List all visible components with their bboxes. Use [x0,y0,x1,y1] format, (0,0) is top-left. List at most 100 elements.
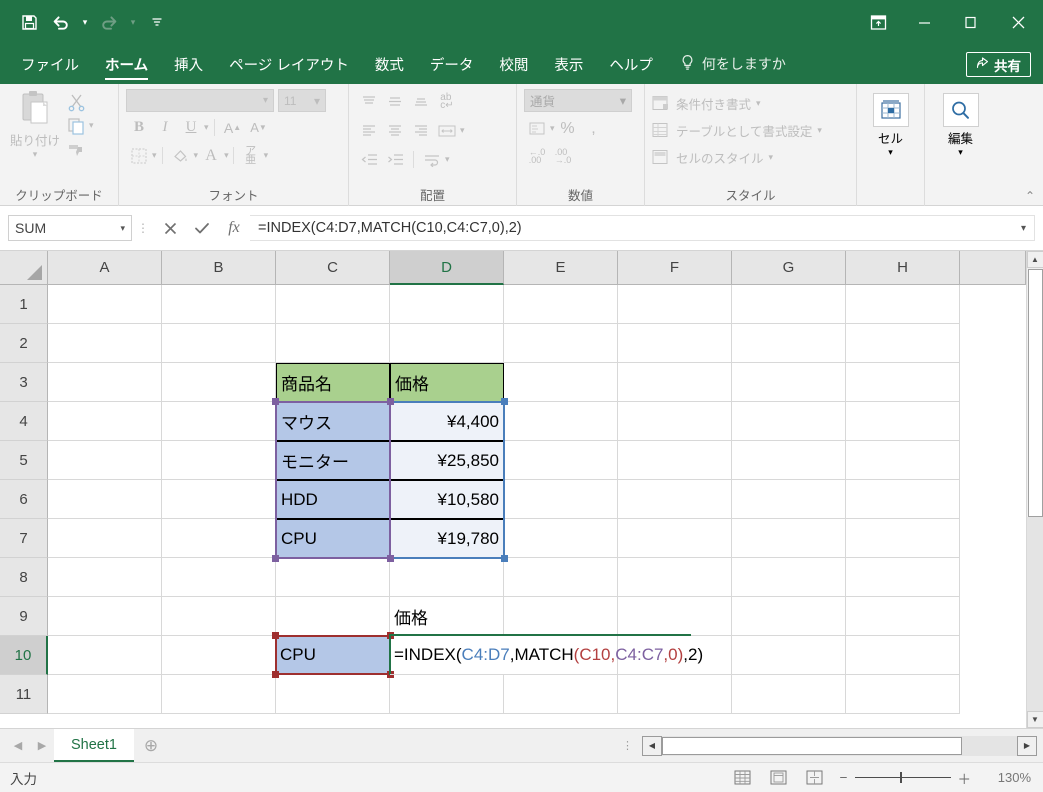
cell-h1[interactable] [846,285,960,324]
column-header-b[interactable]: B [162,251,276,285]
cell-c2[interactable] [276,324,390,363]
ribbon-display-options-icon[interactable] [855,0,901,44]
select-all-button[interactable] [0,251,48,285]
page-break-view-icon[interactable] [804,768,826,788]
cell-e4[interactable] [504,402,618,441]
tab-help[interactable]: ヘルプ [596,44,666,84]
row-header-9[interactable]: 9 [0,597,48,636]
vertical-scrollbar[interactable]: ▲ ▼ [1026,251,1043,728]
name-box[interactable]: SUM ▾ [8,215,132,241]
scroll-down-icon[interactable]: ▼ [1026,711,1043,728]
vertical-scroll-thumb[interactable] [1027,269,1043,517]
cell-b4[interactable] [162,402,276,441]
cancel-formula-icon[interactable] [154,215,186,241]
cell-c9[interactable] [276,597,390,636]
tab-home[interactable]: ホーム [92,44,161,84]
cell-c4[interactable]: マウス [276,402,390,441]
cell-c10[interactable]: CPU [276,636,390,675]
cell-b11[interactable] [162,675,276,714]
cell-g3[interactable] [732,363,846,402]
row-header-11[interactable]: 11 [0,675,48,714]
zoom-in-icon[interactable]: ＋ [958,768,972,788]
cell-h7[interactable] [846,519,960,558]
cell-c11[interactable] [276,675,390,714]
save-icon[interactable] [14,7,44,37]
cell-b2[interactable] [162,324,276,363]
cell-d4[interactable]: ¥4,400 [390,402,504,441]
cell-g1[interactable] [732,285,846,324]
cell-g2[interactable] [732,324,846,363]
cell-d6[interactable]: ¥10,580 [390,480,504,519]
sheet-tab-splitter[interactable]: ⋮ [622,740,633,751]
row-header-2[interactable]: 2 [0,324,48,363]
cell-e7[interactable] [504,519,618,558]
row-header-7[interactable]: 7 [0,519,48,558]
cell-a10[interactable] [48,636,162,675]
maximize-icon[interactable] [947,0,993,44]
row-header-6[interactable]: 6 [0,480,48,519]
cell-c6[interactable]: HDD [276,480,390,519]
zoom-level-label[interactable]: 130% [985,770,1031,785]
cell-f11[interactable] [618,675,732,714]
cells-button[interactable]: セル ▾ [864,93,917,186]
tell-me-box[interactable]: 何をしますか [666,44,786,84]
row-header-5[interactable]: 5 [0,441,48,480]
cell-a1[interactable] [48,285,162,324]
cell-f5[interactable] [618,441,732,480]
cell-f6[interactable] [618,480,732,519]
cell-b8[interactable] [162,558,276,597]
undo-dropdown-icon[interactable]: ▾ [78,7,92,37]
tab-insert[interactable]: 挿入 [161,44,216,84]
cell-h10[interactable] [846,636,960,675]
cell-b6[interactable] [162,480,276,519]
customize-qat-icon[interactable] [142,7,172,37]
formula-input[interactable]: =INDEX(C4:D7,MATCH(C10,C4:C7,0),2) ▾ [250,215,1035,241]
tab-view[interactable]: 表示 [541,44,596,84]
normal-view-icon[interactable] [732,768,754,788]
cell-h11[interactable] [846,675,960,714]
zoom-slider[interactable]: − ＋ [840,768,971,788]
cell-d3[interactable]: 価格 [390,363,504,402]
row-header-10[interactable]: 10 [0,636,48,675]
scroll-up-icon[interactable]: ▲ [1026,251,1043,268]
cell-g4[interactable] [732,402,846,441]
cell-e11[interactable] [504,675,618,714]
cell-g5[interactable] [732,441,846,480]
cell-h6[interactable] [846,480,960,519]
cell-c5[interactable]: モニター [276,441,390,480]
cell-d5[interactable]: ¥25,850 [390,441,504,480]
row-header-3[interactable]: 3 [0,363,48,402]
expand-formula-bar-icon[interactable]: ▾ [1021,223,1026,234]
row-header-4[interactable]: 4 [0,402,48,441]
cell-g7[interactable] [732,519,846,558]
undo-icon[interactable] [46,7,76,37]
minimize-icon[interactable] [901,0,947,44]
cell-a5[interactable] [48,441,162,480]
page-layout-view-icon[interactable] [768,768,790,788]
cell-c3[interactable]: 商品名 [276,363,390,402]
cell-e3[interactable] [504,363,618,402]
row-header-8[interactable]: 8 [0,558,48,597]
cell-a6[interactable] [48,480,162,519]
cell-a11[interactable] [48,675,162,714]
cell-a7[interactable] [48,519,162,558]
next-sheet-icon[interactable]: ▶ [30,731,54,761]
collapse-ribbon-icon[interactable]: ⌃ [1025,189,1035,203]
horizontal-scroll-track[interactable] [662,735,1017,756]
cell-b1[interactable] [162,285,276,324]
cell-a4[interactable] [48,402,162,441]
enter-formula-icon[interactable] [186,215,218,241]
cell-c1[interactable] [276,285,390,324]
column-header-e[interactable]: E [504,251,618,285]
tab-review[interactable]: 校閲 [486,44,541,84]
zoom-slider-track[interactable] [854,772,951,783]
column-header-a[interactable]: A [48,251,162,285]
column-header-f[interactable]: F [618,251,732,285]
cell-b7[interactable] [162,519,276,558]
tab-formulas[interactable]: 数式 [362,44,417,84]
cell-f2[interactable] [618,324,732,363]
cell-b3[interactable] [162,363,276,402]
horizontal-scroll-thumb[interactable] [662,736,962,755]
cell-f3[interactable] [618,363,732,402]
cell-a8[interactable] [48,558,162,597]
